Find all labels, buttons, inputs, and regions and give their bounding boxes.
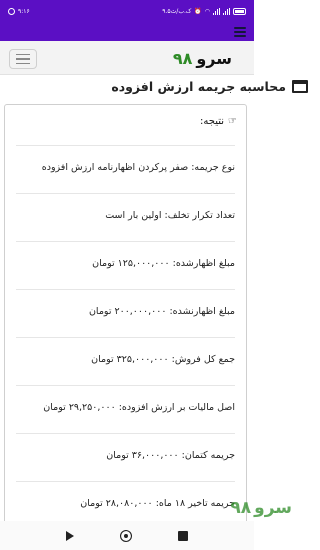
status-right: ۹.۵ک.ب/ث ⏰ ◠ [162, 8, 246, 15]
result-row: اصل مالیات بر ارزش افزوده: ۲۹,۲۵۰,۰۰۰ تو… [16, 385, 235, 433]
result-card: ☞ نتیجه: نوع جریمه: صفر پرکردن اظهارنامه… [4, 104, 247, 534]
result-row: جمع کل فروش: ۳۲۵,۰۰۰,۰۰۰ تومان [16, 337, 235, 385]
status-time: ۹:۱۶ [18, 8, 30, 15]
result-row: مبلغ اظهارنشده: ۲۰۰,۰۰۰,۰۰۰ تومان [16, 289, 235, 337]
watermark-number: ۹۸ [230, 498, 252, 518]
back-icon[interactable] [66, 530, 74, 541]
recent-apps-icon[interactable] [178, 530, 188, 541]
result-heading-text: نتیجه: [200, 116, 225, 127]
result-row: مبلغ اظهارشده: ۱۲۵,۰۰۰,۰۰۰ تومان [16, 241, 235, 289]
home-icon[interactable] [120, 529, 132, 542]
page-title: محاسبه جریمه ارزش افزوده [111, 79, 308, 94]
brand-number: ۹۸ [172, 49, 193, 68]
status-left: ۹:۱۶ [8, 8, 30, 15]
hand-pointer-icon: ☞ [228, 116, 237, 127]
data-saver-icon [8, 8, 15, 15]
result-row: جریمه کتمان: ۳۶,۰۰۰,۰۰۰ تومان [16, 433, 235, 481]
brand-logo[interactable]: سرو ۹۸ [173, 49, 232, 68]
brand-text: سرو [196, 49, 232, 68]
result-row: تعداد تکرار تخلف: اولین بار است [16, 193, 235, 241]
top-bar [0, 23, 254, 41]
alarm-icon: ⏰ [194, 8, 202, 15]
watermark-text: سرو [254, 498, 292, 518]
site-watermark: سرو ۹۸ [230, 498, 292, 518]
status-bar: ۹:۱۶ ۹.۵ک.ب/ث ⏰ ◠ [0, 0, 254, 23]
calculator-icon [292, 80, 308, 93]
status-net-speed: ۹.۵ک.ب/ث [162, 8, 192, 15]
wifi-icon: ◠ [204, 8, 210, 15]
page-title-text: محاسبه جریمه ارزش افزوده [111, 79, 286, 94]
result-heading: ☞ نتیجه: [200, 116, 237, 127]
hamburger-icon [16, 53, 30, 56]
signal-icon [223, 8, 230, 15]
navbar-toggle-button[interactable] [9, 49, 37, 69]
signal-icon [213, 8, 220, 15]
menu-icon[interactable] [234, 27, 246, 37]
battery-icon [233, 8, 246, 15]
result-row: نوع جریمه: صفر پرکردن اظهارنامه ارزش افز… [16, 145, 235, 193]
system-nav-bar [0, 521, 254, 550]
navbar: سرو ۹۸ [0, 41, 254, 75]
